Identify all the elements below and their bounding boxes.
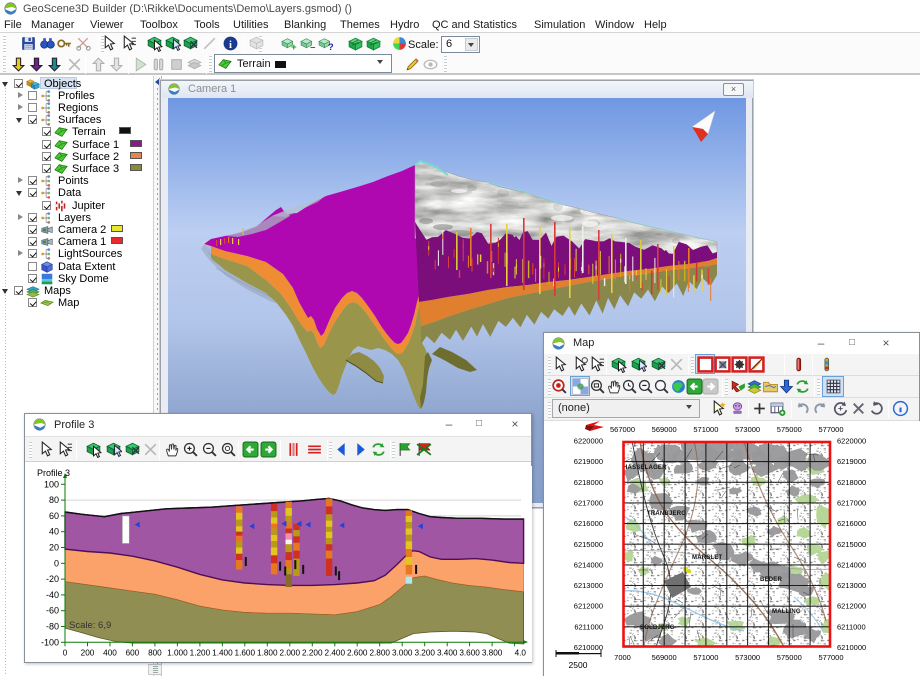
svg-text:-20: -20 [46, 574, 59, 584]
svg-text:6219000: 6219000 [837, 457, 866, 466]
svg-text:60: 60 [49, 511, 59, 521]
svg-text:6210000: 6210000 [574, 643, 603, 652]
svg-text:0: 0 [54, 558, 59, 568]
svg-text:MALLING: MALLING [772, 609, 801, 615]
svg-text:575000: 575000 [777, 425, 802, 434]
svg-text:577000: 577000 [818, 653, 843, 662]
svg-text:6212000: 6212000 [837, 602, 866, 611]
svg-text:3.400: 3.400 [437, 648, 458, 657]
svg-text:3.200: 3.200 [414, 648, 435, 657]
svg-text:577000: 577000 [818, 425, 843, 434]
svg-text:6211000: 6211000 [837, 622, 866, 631]
svg-text:6215000: 6215000 [837, 540, 866, 549]
svg-text:2.400: 2.400 [325, 648, 346, 657]
svg-text:?: ? [328, 42, 334, 52]
svg-text:1.400: 1.400 [212, 648, 233, 657]
svg-text:575000: 575000 [777, 653, 802, 662]
svg-text:Profile 3: Profile 3 [37, 468, 70, 478]
svg-text:6213000: 6213000 [837, 581, 866, 590]
svg-text:1.200: 1.200 [190, 648, 211, 657]
svg-text:571000: 571000 [693, 425, 718, 434]
svg-text:2.600: 2.600 [347, 648, 368, 657]
svg-text:-40: -40 [46, 590, 59, 600]
svg-text:–: – [310, 42, 316, 52]
svg-text:7000: 7000 [614, 653, 631, 662]
svg-text:567000: 567000 [610, 425, 635, 434]
svg-text:2.200: 2.200 [302, 648, 323, 657]
svg-text:6214000: 6214000 [574, 560, 603, 569]
svg-text:40: 40 [49, 527, 59, 537]
svg-text:600: 600 [126, 648, 140, 657]
svg-text:569000: 569000 [652, 653, 677, 662]
svg-text:200: 200 [81, 648, 95, 657]
svg-text:3.800: 3.800 [482, 648, 503, 657]
svg-text:MÅRSLET: MÅRSLET [692, 554, 723, 561]
svg-text:6211000: 6211000 [574, 622, 603, 631]
svg-text:6220000: 6220000 [574, 437, 603, 446]
svg-text:6216000: 6216000 [574, 519, 603, 528]
svg-text:569000: 569000 [652, 425, 677, 434]
svg-text:HASSELAGER: HASSELAGER [623, 465, 667, 471]
svg-text:1.800: 1.800 [257, 648, 278, 657]
svg-text:3.600: 3.600 [459, 648, 480, 657]
svg-text:2.000: 2.000 [280, 648, 301, 657]
svg-text:6219000: 6219000 [574, 457, 603, 466]
svg-text:-60: -60 [46, 606, 59, 616]
svg-text:571000: 571000 [693, 653, 718, 662]
svg-text:6220000: 6220000 [837, 437, 866, 446]
svg-text:6213000: 6213000 [574, 581, 603, 590]
svg-text:2.800: 2.800 [369, 648, 390, 657]
svg-text:1.000: 1.000 [167, 648, 188, 657]
svg-text:80: 80 [49, 495, 59, 505]
svg-text:2500: 2500 [569, 660, 588, 670]
svg-text:3.000: 3.000 [392, 648, 413, 657]
svg-text:20: 20 [49, 543, 59, 553]
svg-text:6218000: 6218000 [574, 478, 603, 487]
svg-text:4.0: 4.0 [515, 648, 527, 657]
svg-text:6217000: 6217000 [837, 498, 866, 507]
svg-text:Scale: 6,9: Scale: 6,9 [69, 620, 111, 631]
svg-text:i: i [229, 40, 232, 51]
svg-text:6217000: 6217000 [574, 498, 603, 507]
svg-text:SOLBJERG: SOLBJERG [640, 625, 675, 631]
svg-text:TRANBJERG: TRANBJERG [647, 511, 686, 517]
svg-text:1.600: 1.600 [235, 648, 256, 657]
svg-text:573000: 573000 [735, 425, 760, 434]
svg-text:6214000: 6214000 [837, 560, 866, 569]
svg-text:0: 0 [63, 648, 68, 657]
svg-text:6216000: 6216000 [837, 519, 866, 528]
svg-text:6215000: 6215000 [574, 540, 603, 549]
svg-text:100: 100 [44, 479, 59, 489]
svg-text:400: 400 [103, 648, 117, 657]
svg-text:+: + [291, 42, 297, 52]
svg-text:573000: 573000 [735, 653, 760, 662]
svg-text:BEDER: BEDER [760, 577, 782, 583]
svg-text:6212000: 6212000 [574, 602, 603, 611]
svg-text:-80: -80 [46, 622, 59, 632]
svg-text:6218000: 6218000 [837, 478, 866, 487]
svg-text:-100: -100 [41, 637, 59, 647]
svg-text:800: 800 [148, 648, 162, 657]
svg-text:6210000: 6210000 [837, 643, 866, 652]
